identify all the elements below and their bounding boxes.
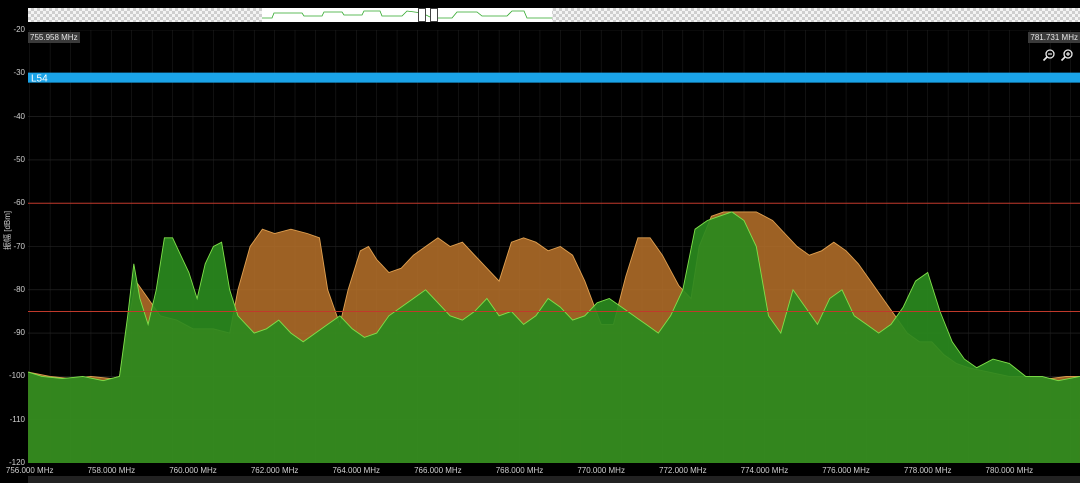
x-tick-label: 780.000 MHz (985, 466, 1034, 475)
overview-trace (262, 10, 552, 19)
y-tick-label: -110 (9, 414, 25, 424)
overview-right-handle[interactable] (430, 8, 438, 22)
y-tick-label: -50 (13, 154, 25, 164)
y-tick-label: -30 (13, 68, 25, 78)
x-tick-label: 776.000 MHz (822, 466, 870, 475)
spectrum-analyzer-view: L54 755.958 MHz 781.731 MHz -20 -30 -40 -50… (0, 0, 1080, 483)
marker-band-label: L54 (31, 74, 48, 85)
y-tick-label: -80 (13, 284, 25, 294)
start-frequency-label: 755.958 MHz (28, 32, 80, 43)
spectrum-plot[interactable]: L54 (28, 30, 1080, 463)
x-tick-label: 764.000 MHz (332, 466, 381, 475)
marker-band (28, 72, 1080, 83)
y-axis-label: 振幅 [dBm] (3, 210, 12, 250)
overview-visible-window[interactable] (262, 8, 552, 22)
x-tick-label: 762.000 MHz (250, 466, 299, 475)
x-tick-label: 778.000 MHz (903, 466, 952, 475)
zoom-out-icon[interactable] (1042, 48, 1056, 62)
overview-scrollbar[interactable] (28, 8, 1080, 22)
y-tick-label: -90 (13, 328, 25, 338)
x-tick-label: 766.000 MHz (414, 466, 462, 475)
x-tick-label: 770.000 MHz (577, 466, 625, 475)
x-tick-label: 768.000 MHz (495, 466, 544, 475)
bottom-status-bar (28, 476, 1080, 483)
x-tick-label: 758.000 MHz (87, 466, 136, 475)
zoom-in-icon[interactable] (1060, 48, 1074, 62)
y-tick-label: -100 (8, 371, 25, 381)
x-tick-label: 756.000 MHz (5, 466, 54, 475)
overview-left-handle[interactable] (418, 8, 426, 22)
stop-frequency-label: 781.731 MHz (1028, 32, 1080, 43)
x-tick-label: 772.000 MHz (659, 466, 707, 475)
y-tick-label: -40 (13, 111, 25, 121)
x-tick-label: 774.000 MHz (740, 466, 789, 475)
y-tick-label: -60 (13, 198, 25, 208)
x-tick-label: 760.000 MHz (169, 466, 217, 475)
y-tick-label: -20 (13, 25, 25, 34)
